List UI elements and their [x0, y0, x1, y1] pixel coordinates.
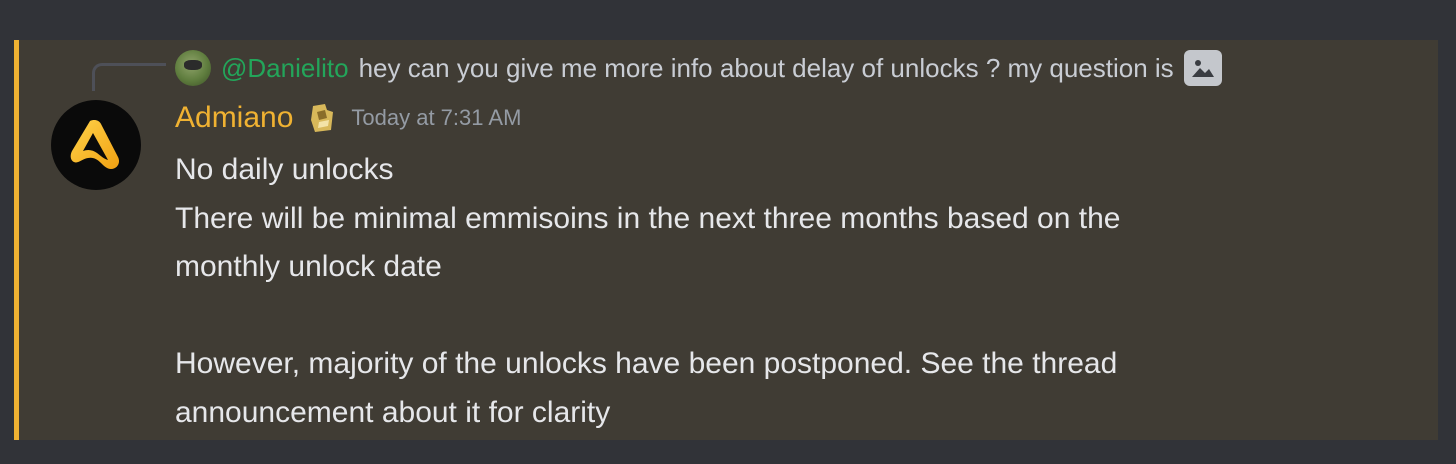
- reply-text[interactable]: hey can you give me more info about dela…: [359, 53, 1174, 84]
- reply-avatar[interactable]: [175, 50, 211, 86]
- timestamp: Today at 7:31 AM: [351, 105, 522, 130]
- reply-connector: [92, 63, 166, 91]
- message-line: However, majority of the unlocks have be…: [175, 347, 1118, 380]
- reply-preview[interactable]: @Danielito hey can you give me more info…: [175, 48, 1222, 88]
- username[interactable]: Admiano: [175, 101, 293, 135]
- badge-icon[interactable]: [305, 100, 341, 136]
- message-line: announcement about it for clarity: [175, 395, 611, 429]
- avatar[interactable]: [51, 100, 141, 190]
- message-content: No daily unlocks There will be minimal e…: [175, 146, 1375, 437]
- message-line: monthly unlock date: [175, 250, 442, 283]
- image-icon: [1183, 50, 1222, 86]
- highlighted-message[interactable]: @Danielito hey can you give me more info…: [14, 40, 1438, 440]
- message-line: There will be minimal emmisoins in the n…: [175, 201, 1121, 235]
- message-blank-line: [175, 292, 1375, 341]
- message-header: Admiano Today at 7:31 AM: [175, 100, 521, 136]
- reply-mention[interactable]: @Danielito: [221, 53, 349, 84]
- message-line: No daily unlocks: [175, 153, 394, 186]
